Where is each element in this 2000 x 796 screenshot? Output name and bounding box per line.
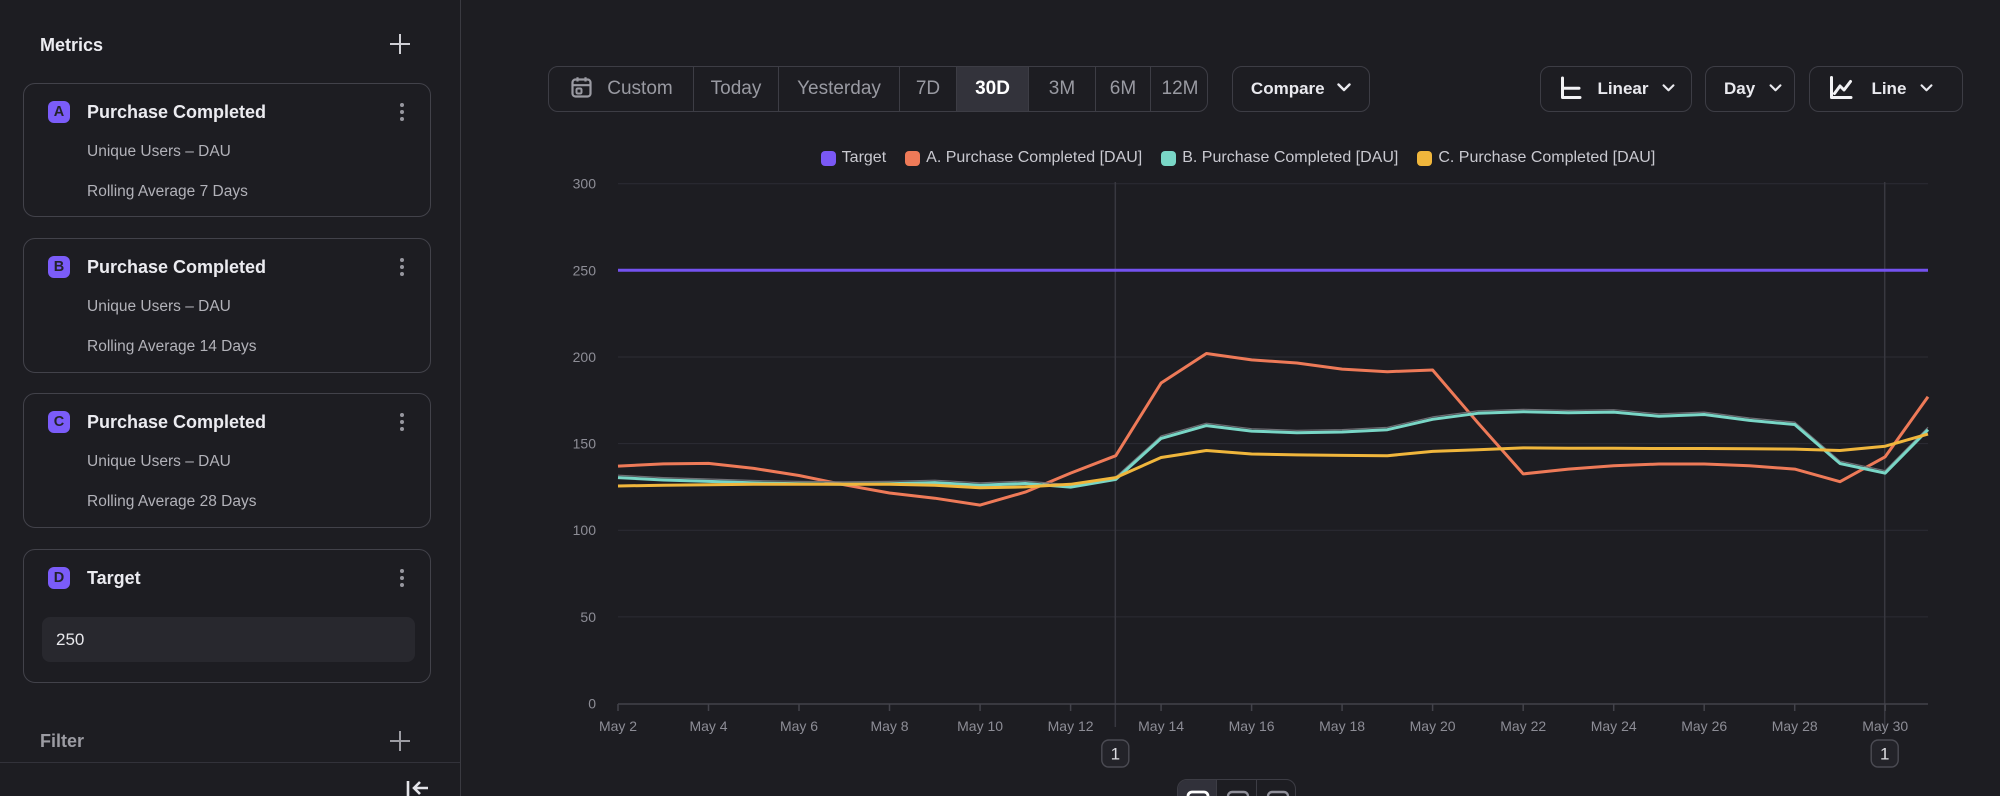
svg-text:May 30: May 30 [1862, 718, 1908, 734]
svg-text:May 26: May 26 [1681, 718, 1727, 734]
svg-text:May 22: May 22 [1500, 718, 1546, 734]
svg-text:May 8: May 8 [870, 718, 908, 734]
svg-text:May 14: May 14 [1138, 718, 1184, 734]
svg-text:100: 100 [573, 522, 597, 538]
svg-text:May 6: May 6 [780, 718, 818, 734]
svg-text:1: 1 [1111, 745, 1120, 764]
svg-text:300: 300 [573, 176, 597, 192]
svg-text:May 20: May 20 [1410, 718, 1456, 734]
svg-text:May 18: May 18 [1319, 718, 1365, 734]
svg-text:May 4: May 4 [689, 718, 727, 734]
svg-text:0: 0 [588, 696, 596, 712]
svg-text:May 10: May 10 [957, 718, 1003, 734]
svg-text:50: 50 [580, 609, 596, 625]
svg-text:1: 1 [1880, 745, 1889, 764]
svg-text:May 28: May 28 [1772, 718, 1818, 734]
svg-text:May 24: May 24 [1591, 718, 1637, 734]
svg-text:May 12: May 12 [1048, 718, 1094, 734]
svg-text:May 2: May 2 [599, 718, 637, 734]
svg-text:May 16: May 16 [1229, 718, 1275, 734]
svg-text:250: 250 [573, 262, 597, 278]
svg-text:200: 200 [573, 349, 597, 365]
svg-text:150: 150 [573, 436, 597, 452]
